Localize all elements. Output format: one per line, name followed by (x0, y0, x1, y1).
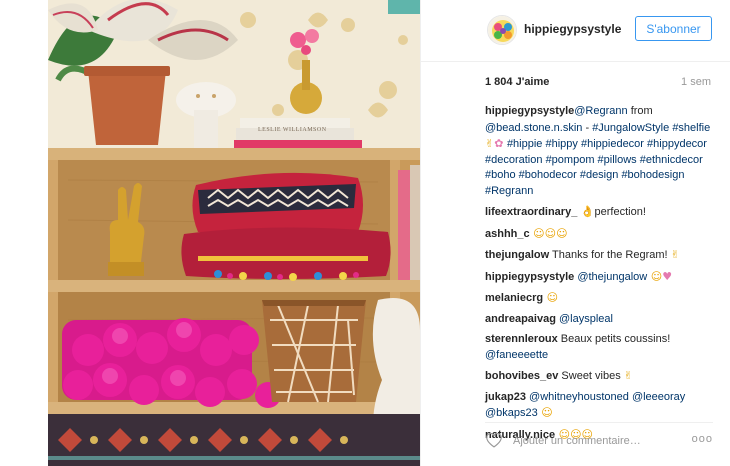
emoji: ☺ (647, 269, 663, 283)
hashtag-link[interactable]: #pompom (546, 154, 595, 166)
mention-link[interactable]: @thejungalow (577, 271, 647, 283)
comment-item: sterennleroux Beaux petits coussins! @fa… (485, 332, 713, 363)
mention-link[interactable]: @layspleal (559, 313, 613, 325)
comment-username[interactable]: sterennleroux (485, 333, 558, 345)
comment-username[interactable]: ashhh_c (485, 228, 530, 240)
emoji: ✌ (485, 137, 495, 150)
mention-link[interactable]: @Regrann (574, 105, 627, 117)
hashtag-link[interactable]: #design (580, 169, 619, 181)
hashtag-link[interactable]: #Regrann (485, 185, 533, 197)
hashtag-link[interactable]: #JungalowStyle (592, 122, 669, 134)
comment-item: thejungalow Thanks for the Regram! ✌ (485, 247, 713, 264)
emoji: ♥ (662, 269, 673, 283)
follow-button[interactable]: S'abonner (635, 16, 712, 41)
comment-text: Thanks for the Regram! (549, 249, 671, 261)
add-comment-input[interactable] (513, 433, 673, 449)
avatar[interactable] (487, 15, 517, 45)
hashtag-link[interactable]: #pillows (598, 154, 637, 166)
emoji: ☺☺☺ (529, 226, 568, 240)
avatar-image (488, 16, 516, 44)
comment-text: from (627, 105, 653, 117)
comment-item: hippiegypsystyle @thejungalow ☺♥ (485, 269, 713, 286)
comment-username[interactable]: andreapaivag (485, 313, 556, 325)
emoji: ✌ (670, 248, 680, 261)
emoji: ☺ (543, 291, 559, 304)
comment-username[interactable]: bohovibes_ev (485, 370, 558, 382)
comment-text: Beaux petits coussins! (557, 333, 671, 345)
comment-username[interactable]: lifeextraordinary_ (485, 206, 577, 218)
hashtag-link[interactable]: #boho (485, 169, 516, 181)
mention-link[interactable]: @bead.stone.n.skin (485, 122, 582, 134)
comment-username[interactable]: hippiegypsystyle (485, 271, 574, 283)
comment-item: ashhh_c ☺☺☺ (485, 226, 713, 243)
emoji: 👌 (577, 205, 595, 218)
mention-link[interactable]: @faneeeette (485, 349, 548, 361)
comment-item: bohovibes_ev Sweet vibes ✌ (485, 368, 713, 385)
hashtag-link[interactable]: #hippydecor (647, 138, 707, 150)
comment-item: lifeextraordinary_ 👌perfection! (485, 204, 713, 221)
mention-link[interactable]: @leeeoray (632, 391, 685, 403)
hashtag-link[interactable]: #bohodecor (519, 169, 577, 181)
comment-item: jukap23 @whitneyhoustoned @leeeoray @bka… (485, 390, 713, 422)
emoji: ☺ (537, 406, 553, 419)
hashtag-link[interactable]: #decoration (485, 154, 543, 166)
emoji: ✌ (623, 369, 633, 382)
comment-text: perfection! (594, 206, 646, 218)
like-count[interactable]: 1 804 J'aime (485, 76, 549, 88)
comment-text: Sweet vibes (558, 370, 624, 382)
comment-username[interactable]: melaniecrg (485, 292, 543, 304)
hashtag-link[interactable]: #ethnicdecor (640, 154, 703, 166)
hashtag-link[interactable]: #bohodesign (621, 169, 684, 181)
heart-outline-icon[interactable] (485, 432, 503, 448)
more-options-icon[interactable]: ooo (692, 433, 713, 445)
comment-text: - (582, 121, 593, 134)
mention-link[interactable]: @whitneyhoustoned (529, 391, 629, 403)
post-sidebar: hippiegypsystyle S'abonner 1 804 J'aime … (420, 0, 730, 466)
mention-link[interactable]: @bkaps23 (485, 407, 538, 419)
post-image (48, 0, 420, 466)
book-spine-label: LESLIE WILLIAMSON (258, 127, 327, 133)
hashtag-link[interactable]: #hippy (545, 138, 577, 150)
comment-username[interactable]: thejungalow (485, 249, 549, 261)
hashtag-link[interactable]: #shelfie (672, 122, 710, 134)
comment-item: andreapaivag @layspleal (485, 312, 713, 328)
comment-username[interactable]: jukap23 (485, 391, 526, 403)
emoji: ✿ (494, 137, 507, 150)
comment-list: hippiegypsystyle@Regrann from @bead.ston… (485, 104, 713, 448)
post-header: hippiegypsystyle S'abonner (421, 0, 730, 62)
comment-item: melaniecrg ☺ (485, 290, 713, 307)
post-photo[interactable]: LESLIE WILLIAMSON (48, 0, 420, 466)
post-timestamp[interactable]: 1 sem (681, 76, 711, 88)
post-footer: ooo (485, 422, 713, 456)
post-stats: 1 804 J'aime 1 sem (485, 74, 711, 92)
comment-item: hippiegypsystyle@Regrann from @bead.ston… (485, 104, 713, 199)
comment-username[interactable]: hippiegypsystyle (485, 105, 574, 117)
post-author-username[interactable]: hippiegypsystyle (524, 22, 621, 36)
hashtag-link[interactable]: #hippie (507, 138, 542, 150)
hashtag-link[interactable]: #hippiedecor (581, 138, 644, 150)
